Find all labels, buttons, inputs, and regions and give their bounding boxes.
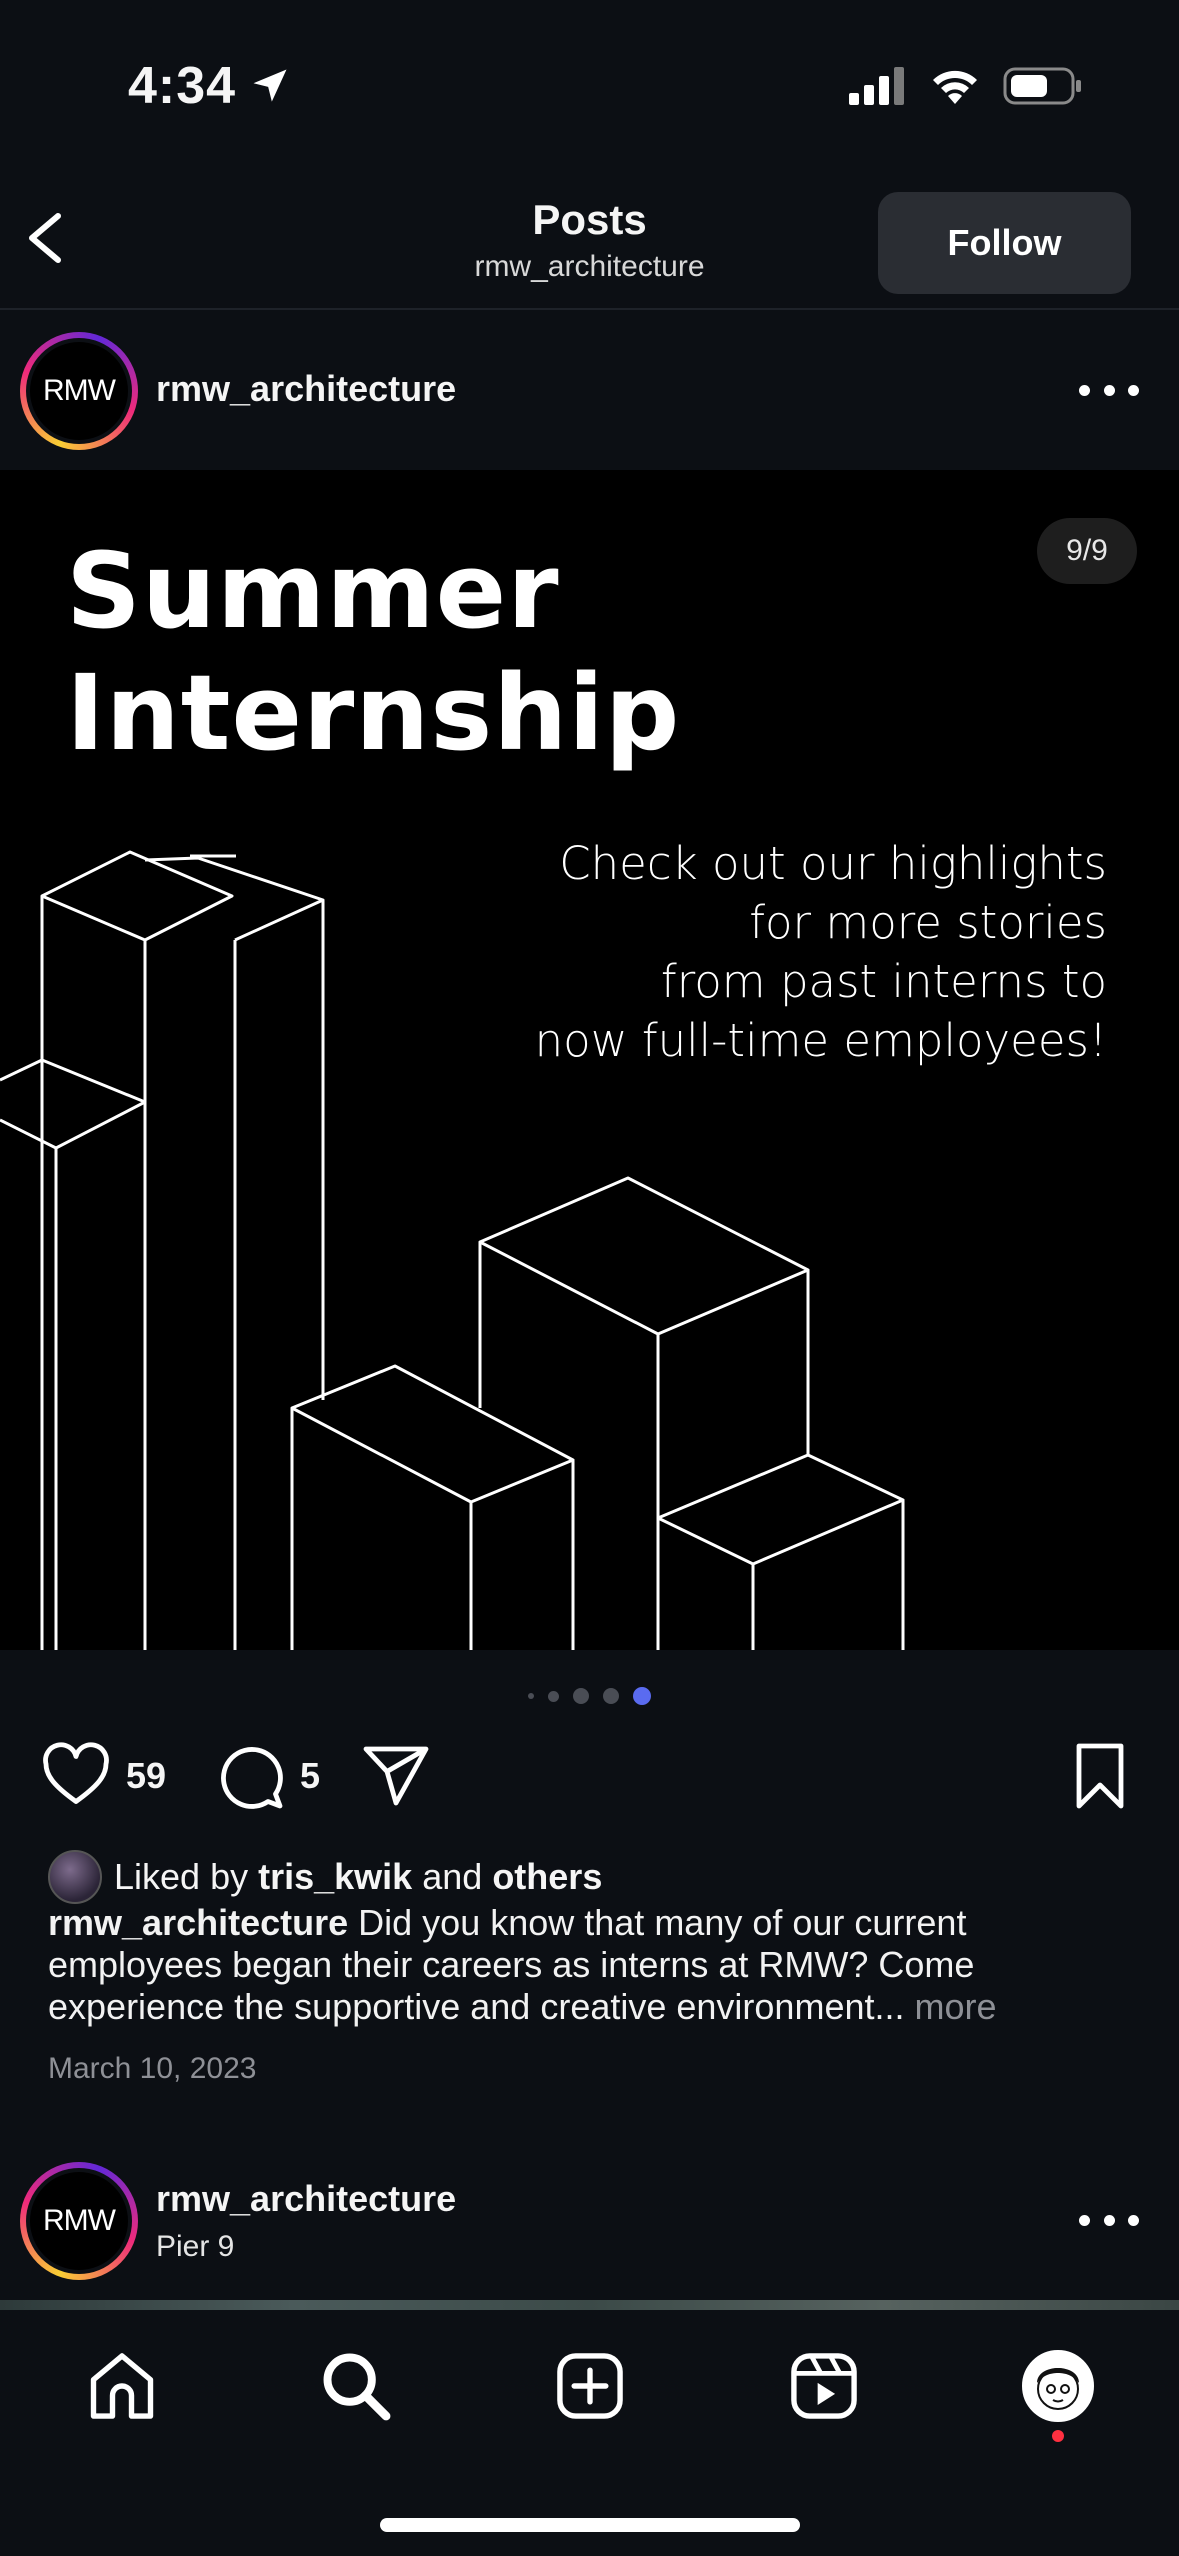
- image-body-text: Check out our highlights for more storie…: [534, 837, 1107, 1067]
- battery-icon: [1003, 67, 1081, 105]
- comment-icon: [221, 1747, 283, 1809]
- carousel-dot: [548, 1690, 559, 1702]
- post-actions: 59 5: [0, 1740, 1179, 1820]
- profile-avatar: [1022, 2350, 1094, 2422]
- carousel-indicator: [0, 1684, 1179, 1708]
- post-header: RMW rmw_architecture: [0, 310, 1179, 470]
- create-icon: [557, 2353, 623, 2419]
- post-username[interactable]: rmw_architecture: [156, 368, 456, 410]
- comment-action[interactable]: 5: [214, 1740, 320, 1812]
- wifi-icon: [933, 70, 977, 104]
- next-post-image-edge: [0, 2300, 1179, 2310]
- comments-count: 5: [300, 1755, 321, 1796]
- status-bar: 4:34: [0, 0, 1179, 150]
- status-icons: [849, 66, 1083, 106]
- avatar-logo: RMW: [43, 374, 116, 407]
- next-post-location[interactable]: Pier 9: [156, 2230, 234, 2264]
- avatar-logo: RMW: [43, 2204, 116, 2237]
- next-post-header: RMW rmw_architecture Pier 9: [0, 2140, 1179, 2300]
- post-date: March 10, 2023: [48, 2052, 257, 2085]
- location-arrow-icon: [253, 69, 287, 102]
- liked-by[interactable]: Liked by tris_kwik and others: [48, 1850, 602, 1904]
- cellular-signal-icon: [849, 67, 904, 105]
- save-action[interactable]: [1064, 1740, 1136, 1812]
- post-image[interactable]: Summer Internship Check out our highligh…: [0, 470, 1179, 1650]
- image-title: Summer Internship: [66, 530, 681, 774]
- avatar[interactable]: RMW: [20, 332, 138, 450]
- send-icon: [363, 1746, 429, 1806]
- carousel-dot: [603, 1688, 619, 1704]
- liker-avatar: [48, 1850, 102, 1904]
- liked-by-conj: and: [422, 1856, 483, 1897]
- reels-icon: [791, 2353, 857, 2419]
- home-indicator: [380, 2518, 800, 2532]
- carousel-dot: [573, 1688, 589, 1704]
- nav-profile[interactable]: [1018, 2346, 1098, 2426]
- carousel-dot: [528, 1693, 534, 1699]
- like-action[interactable]: 59: [40, 1740, 166, 1812]
- carousel-page-counter: 9/9: [1037, 518, 1137, 584]
- home-icon: [90, 2353, 154, 2419]
- liked-by-others[interactable]: others: [492, 1856, 602, 1898]
- search-icon: [323, 2353, 391, 2421]
- heart-icon: [43, 1742, 109, 1804]
- caption-more-link[interactable]: more: [915, 1986, 997, 2027]
- follow-button[interactable]: Follow: [878, 192, 1131, 294]
- nav-search[interactable]: [316, 2346, 396, 2426]
- more-options-icon[interactable]: [1079, 2210, 1139, 2230]
- nav-create[interactable]: [550, 2346, 630, 2426]
- carousel-dot-active: [633, 1687, 651, 1705]
- caption-username[interactable]: rmw_architecture: [48, 1902, 348, 1943]
- nav-home[interactable]: [82, 2346, 162, 2426]
- liked-by-user[interactable]: tris_kwik: [258, 1856, 412, 1898]
- liked-by-prefix: Liked by: [114, 1856, 249, 1897]
- status-time: 4:34: [128, 57, 237, 115]
- likes-count: 59: [126, 1755, 167, 1796]
- profile-notification-dot: [1052, 2430, 1064, 2442]
- posts-header: Posts rmw_architecture Follow: [0, 170, 1179, 310]
- next-post-avatar[interactable]: RMW: [20, 2162, 138, 2280]
- more-options-icon[interactable]: [1079, 380, 1139, 400]
- nav-reels[interactable]: [784, 2346, 864, 2426]
- profile-cartoon-icon: [1037, 2368, 1079, 2410]
- share-action[interactable]: [360, 1740, 432, 1812]
- next-post-username[interactable]: rmw_architecture: [156, 2178, 456, 2220]
- post-caption: rmw_architecture Did you know that many …: [48, 1902, 1138, 2028]
- bookmark-icon: [1076, 1743, 1124, 1809]
